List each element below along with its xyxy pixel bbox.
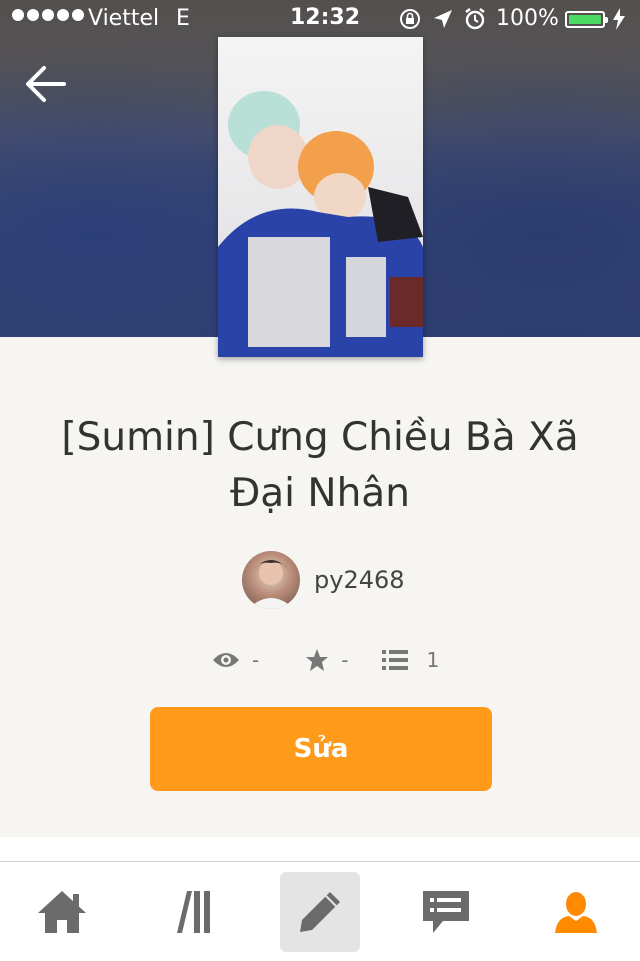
tab-write[interactable]: [280, 872, 360, 952]
back-button[interactable]: [22, 60, 70, 108]
charging-bolt-icon: [613, 8, 625, 30]
views-stat: -: [212, 648, 259, 672]
story-stats: - - 1: [212, 644, 439, 676]
battery-icon: [565, 11, 608, 28]
eye-icon: [213, 653, 239, 667]
section-divider: [0, 837, 640, 861]
story-cover-image: [218, 37, 423, 357]
author-name: py2468: [314, 566, 405, 594]
votes-count: -: [341, 648, 349, 672]
parts-count: 1: [426, 648, 440, 672]
parts-stat: 1: [382, 648, 439, 672]
alarm-clock-icon: [465, 8, 485, 30]
edit-story-button[interactable]: Sửa: [150, 707, 492, 791]
battery-percent: 100%: [496, 6, 559, 31]
votes-stat: -: [305, 648, 348, 672]
signal-strength-icon: [12, 9, 84, 21]
home-icon: [38, 891, 86, 933]
write-icon: [300, 892, 340, 932]
messages-icon: [423, 891, 469, 933]
library-icon: [177, 891, 210, 933]
rotation-lock-icon: [400, 9, 420, 29]
network-type: E: [176, 6, 190, 31]
story-title-line-1: [Sumin] Cưng Chiều Bà Xã: [61, 415, 579, 460]
list-icon: [382, 650, 409, 670]
story-title: [Sumin] Cưng Chiều Bà Xã Đại Nhân: [30, 410, 610, 522]
author-avatar: [242, 551, 300, 609]
bottom-tab-bar: [0, 861, 640, 961]
author-link[interactable]: py2468: [242, 550, 405, 610]
tab-home[interactable]: [22, 872, 102, 952]
star-icon: [306, 649, 329, 671]
carrier-name: Viettel: [88, 6, 160, 31]
story-title-line-2: Đại Nhân: [230, 471, 410, 516]
tab-profile[interactable]: [536, 872, 616, 952]
views-count: -: [252, 648, 260, 672]
profile-icon: [555, 892, 597, 933]
tab-library[interactable]: [150, 872, 230, 952]
cover-artwork: [218, 91, 423, 357]
tab-messages[interactable]: [406, 872, 486, 952]
location-arrow-icon: [434, 10, 452, 28]
back-arrow-icon: [26, 66, 66, 102]
clock: 12:32: [290, 5, 361, 30]
status-bar: Viettel E 12:32 100%: [0, 0, 640, 40]
